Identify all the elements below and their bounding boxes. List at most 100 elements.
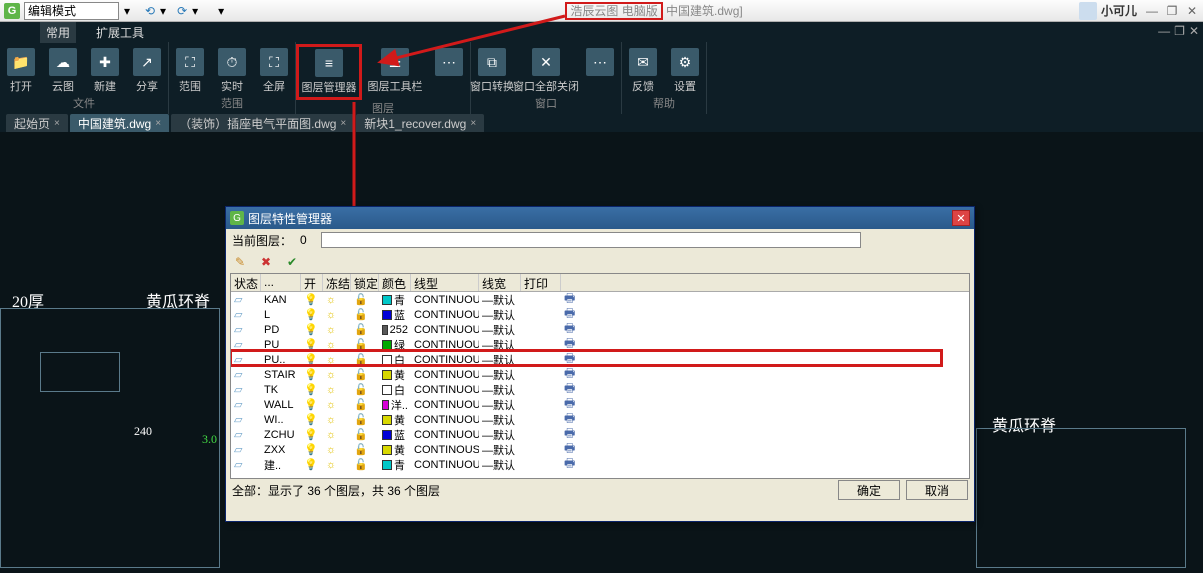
sun-icon[interactable]: ☼ xyxy=(326,384,336,396)
lock-icon[interactable]: 🔓 xyxy=(354,368,368,381)
layer-lineweight[interactable]: —默认 xyxy=(479,322,521,338)
layer-color[interactable]: 白 xyxy=(379,382,411,398)
ribbon-layermisc-button[interactable]: ⋯ xyxy=(428,44,470,78)
dropdown-icon[interactable]: ▾ xyxy=(215,5,227,17)
ribbon-cloud-button[interactable]: ☁云图 xyxy=(42,44,84,94)
lock-icon[interactable]: 🔓 xyxy=(354,338,368,351)
lightbulb-icon[interactable]: 💡 xyxy=(304,413,318,426)
layer-lineweight[interactable]: —默认 xyxy=(479,307,521,323)
delete-layer-icon[interactable]: ✖ xyxy=(258,254,274,270)
layer-color[interactable]: 青 xyxy=(379,457,411,473)
sun-icon[interactable]: ☼ xyxy=(326,399,336,411)
ribbon-feedback-button[interactable]: ✉反馈 xyxy=(622,44,664,94)
col-plot[interactable]: 打印 xyxy=(521,274,561,291)
tab-close-icon[interactable]: × xyxy=(340,118,346,129)
layer-linetype[interactable]: CONTINUOUS xyxy=(411,339,479,351)
sun-icon[interactable]: ☼ xyxy=(326,369,336,381)
sun-icon[interactable]: ☼ xyxy=(326,339,336,351)
set-current-icon[interactable]: ✔ xyxy=(284,254,300,270)
lightbulb-icon[interactable]: 💡 xyxy=(304,308,318,321)
layer-color[interactable]: 252 xyxy=(379,324,411,336)
ribbon-open-button[interactable]: 📁打开 xyxy=(0,44,42,94)
layer-color[interactable]: 白 xyxy=(379,352,411,368)
lightbulb-icon[interactable]: 💡 xyxy=(304,338,318,351)
dialog-close-button[interactable]: ✕ xyxy=(952,210,970,226)
toolbar-icon[interactable]: ⟲ xyxy=(145,4,155,18)
layer-lineweight[interactable]: —默认 xyxy=(479,457,521,473)
sun-icon[interactable]: ☼ xyxy=(326,414,336,426)
layer-lineweight[interactable]: —默认 xyxy=(479,382,521,398)
layer-lineweight[interactable]: —默认 xyxy=(479,442,521,458)
ribbon-layermgr-button[interactable]: ≡图层管理器 xyxy=(296,44,362,100)
lightbulb-icon[interactable]: 💡 xyxy=(304,458,318,471)
layer-linetype[interactable]: CONTINUOUS xyxy=(411,459,479,471)
layer-linetype[interactable]: CONTINUOUS xyxy=(411,309,479,321)
layer-lineweight[interactable]: —默认 xyxy=(479,397,521,413)
lock-icon[interactable]: 🔓 xyxy=(354,443,368,456)
lock-icon[interactable]: 🔓 xyxy=(354,293,368,306)
layer-linetype[interactable]: CONTINUOUS xyxy=(411,354,479,366)
layer-color[interactable]: 黄 xyxy=(379,367,411,383)
lightbulb-icon[interactable]: 💡 xyxy=(304,368,318,381)
toolbar-icon[interactable]: ⟳ xyxy=(177,4,187,18)
layer-row[interactable]: ▱建..💡☼🔓青CONTINUOUS—默认🖶 xyxy=(231,457,969,472)
lightbulb-icon[interactable]: 💡 xyxy=(304,383,318,396)
document-tab[interactable]: 起始页× xyxy=(6,114,68,133)
col-lock[interactable]: 锁定 xyxy=(351,274,379,291)
panel-restore-icon[interactable]: ❐ xyxy=(1174,24,1185,38)
layer-linetype[interactable]: CONTINUOUS xyxy=(411,414,479,426)
ribbon-layertool-button[interactable]: ☰图层工具栏 xyxy=(362,44,428,94)
lightbulb-icon[interactable]: 💡 xyxy=(304,398,318,411)
panel-minimize-icon[interactable]: — xyxy=(1158,24,1170,38)
lock-icon[interactable]: 🔓 xyxy=(354,398,368,411)
col-freeze[interactable]: 冻结 xyxy=(323,274,351,291)
document-tab[interactable]: 中国建筑.dwg× xyxy=(70,114,169,133)
document-tab[interactable]: （装饰）插座电气平面图.dwg× xyxy=(171,114,354,133)
close-icon[interactable]: ✕ xyxy=(1185,4,1199,18)
sun-icon[interactable]: ☼ xyxy=(326,444,336,456)
document-tab[interactable]: 新块1_recover.dwg× xyxy=(356,114,484,133)
lock-icon[interactable]: 🔓 xyxy=(354,458,368,471)
ribbon-winclose-button[interactable]: ✕窗口全部关闭 xyxy=(513,44,579,94)
ribbon-full-button[interactable]: ⛶全屏 xyxy=(253,44,295,94)
sun-icon[interactable]: ☼ xyxy=(326,309,336,321)
layer-linetype[interactable]: CONTINUOUS xyxy=(411,399,479,411)
minimize-icon[interactable]: — xyxy=(1145,4,1159,18)
sun-icon[interactable]: ☼ xyxy=(326,294,336,306)
lock-icon[interactable]: 🔓 xyxy=(354,383,368,396)
col-linetype[interactable]: 线型 xyxy=(411,274,479,291)
layer-lineweight[interactable]: —默认 xyxy=(479,412,521,428)
col-color[interactable]: 颜色 xyxy=(379,274,411,291)
ribbon-settings-button[interactable]: ⚙设置 xyxy=(664,44,706,94)
layer-color[interactable]: 黄 xyxy=(379,442,411,458)
menu-common[interactable]: 常用 xyxy=(40,22,76,43)
lock-icon[interactable]: 🔓 xyxy=(354,428,368,441)
printer-icon[interactable]: 🖶 xyxy=(564,454,575,475)
layer-color[interactable]: 黄 xyxy=(379,412,411,428)
ribbon-new-button[interactable]: ✚新建 xyxy=(84,44,126,94)
dropdown-icon[interactable]: ▾ xyxy=(157,5,169,17)
sun-icon[interactable]: ☼ xyxy=(326,324,336,336)
sun-icon[interactable]: ☼ xyxy=(326,429,336,441)
dialog-titlebar[interactable]: G 图层特性管理器 ✕ xyxy=(226,207,974,229)
ribbon-winmisc-button[interactable]: ⋯ xyxy=(579,44,621,78)
col-name[interactable]: ... xyxy=(261,274,301,291)
layer-lineweight[interactable]: —默认 xyxy=(479,427,521,443)
maximize-icon[interactable]: ❐ xyxy=(1165,4,1179,18)
dropdown-icon[interactable]: ▾ xyxy=(189,5,201,17)
mode-input[interactable] xyxy=(24,2,119,20)
ribbon-share-button[interactable]: ↗分享 xyxy=(126,44,168,94)
layer-lineweight[interactable]: —默认 xyxy=(479,352,521,368)
layer-color[interactable]: 蓝 xyxy=(379,307,411,323)
lightbulb-icon[interactable]: 💡 xyxy=(304,353,318,366)
dropdown-icon[interactable]: ▾ xyxy=(121,5,133,17)
ribbon-winswitch-button[interactable]: ⧉窗口转换 xyxy=(471,44,513,94)
lock-icon[interactable]: 🔓 xyxy=(354,323,368,336)
lock-icon[interactable]: 🔓 xyxy=(354,353,368,366)
layer-color[interactable]: 洋.. xyxy=(379,397,411,413)
col-lineweight[interactable]: 线宽 xyxy=(479,274,521,291)
lock-icon[interactable]: 🔓 xyxy=(354,308,368,321)
layer-linetype[interactable]: CONTINOUS xyxy=(411,444,479,456)
layer-color[interactable]: 蓝 xyxy=(379,427,411,443)
layer-lineweight[interactable]: —默认 xyxy=(479,367,521,383)
